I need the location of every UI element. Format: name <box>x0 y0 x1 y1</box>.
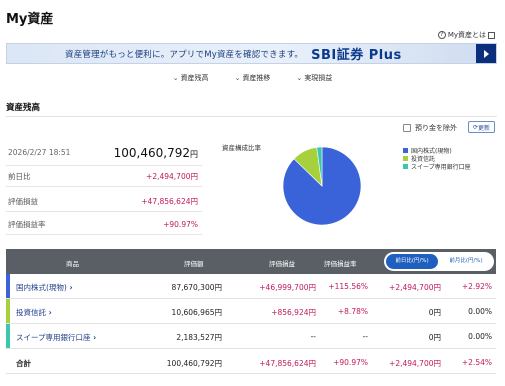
anchor-realized-pl[interactable]: 実現損益 <box>296 73 332 83</box>
legend-swatch <box>403 156 408 161</box>
legend-swatch <box>403 148 408 153</box>
app-promo-banner[interactable]: 資産管理がもっと便利に。アプリでMy資産を確認できます。 SBI証券 Plus <box>6 43 497 64</box>
exclude-deposit-checkbox[interactable]: 預り金を除外 <box>403 123 457 133</box>
section-anchor-nav: 資産残高 資産推移 実現損益 <box>0 73 505 83</box>
legend-item: 国内株式(現物) <box>403 147 471 155</box>
legend-swatch <box>403 164 408 169</box>
holdings-table: 商品 評価額 評価損益 評価損益率 前日比(円/%) 前月比(円/%) 国内株式… <box>6 249 496 374</box>
comparison-toggle[interactable]: 前日比(円/%) 前月比(円/%) <box>384 252 494 271</box>
page-title: My資産 <box>6 12 54 27</box>
summary-row-pl: 評価損益 +47,856,624円 <box>6 192 202 212</box>
table-row: 投資信託 10,606,965円 +856,924円 +8.78% 0円 0.0… <box>6 299 496 324</box>
row-color-bar <box>6 324 10 348</box>
table-row: 国内株式(現物) 87,670,300円 +46,999,700円 +115.5… <box>6 274 496 299</box>
checkbox-icon <box>403 124 411 132</box>
total-balance: 100,460,792円 <box>113 145 198 160</box>
pie-legend: 国内株式(現物) 投資信託 スイープ専用銀行口座 <box>403 147 471 171</box>
about-my-assets-link[interactable]: ? My資産とは <box>437 30 495 40</box>
question-icon: ? <box>437 31 446 39</box>
allocation-pie-chart <box>282 146 362 226</box>
banner-brand: SBI証券 Plus <box>311 48 402 63</box>
table-total-row: 合計 100,460,792円 +47,856,624円 +90.97% +2,… <box>6 349 496 374</box>
legend-item: 投資信託 <box>403 155 471 163</box>
arrow-right-icon <box>476 44 496 63</box>
banner-text: 資産管理がもっと便利に。アプリでMy資産を確認できます。 <box>65 49 304 60</box>
toggle-day-change[interactable]: 前日比(円/%) <box>386 254 438 269</box>
row-name-link[interactable]: スイープ専用銀行口座 <box>16 332 96 343</box>
anchor-balance[interactable]: 資産残高 <box>173 73 209 83</box>
summary-row-daychange: 前日比 +2,494,700円 <box>6 167 202 187</box>
section-title: 資産残高 <box>6 103 41 113</box>
table-header: 商品 評価額 評価損益 評価損益率 前日比(円/%) 前月比(円/%) <box>6 249 496 274</box>
row-color-bar <box>6 274 10 298</box>
toggle-month-change[interactable]: 前月比(円/%) <box>440 254 492 269</box>
anchor-trend[interactable]: 資産推移 <box>235 73 270 83</box>
row-color-bar <box>6 299 10 323</box>
divider <box>6 116 497 117</box>
row-name-link[interactable]: 投資信託 <box>16 307 52 318</box>
refresh-button[interactable]: ⟳ 更新 <box>468 121 495 133</box>
legend-item: スイープ専用銀行口座 <box>403 163 471 171</box>
pie-title: 資産構成比率 <box>222 144 261 152</box>
external-link-icon <box>488 31 495 39</box>
table-row: スイープ専用銀行口座 2,183,527円 -- -- 0円 0.00% <box>6 324 496 349</box>
balance-datetime: 2026/2/27 18:51 <box>8 148 71 157</box>
about-link-label: My資産とは <box>447 31 486 39</box>
row-name-link[interactable]: 国内株式(現物) <box>16 282 73 293</box>
total-balance-row: 2026/2/27 18:51 100,460,792円 <box>6 140 202 166</box>
summary-row-plrate: 評価損益率 +90.97% <box>6 215 202 235</box>
